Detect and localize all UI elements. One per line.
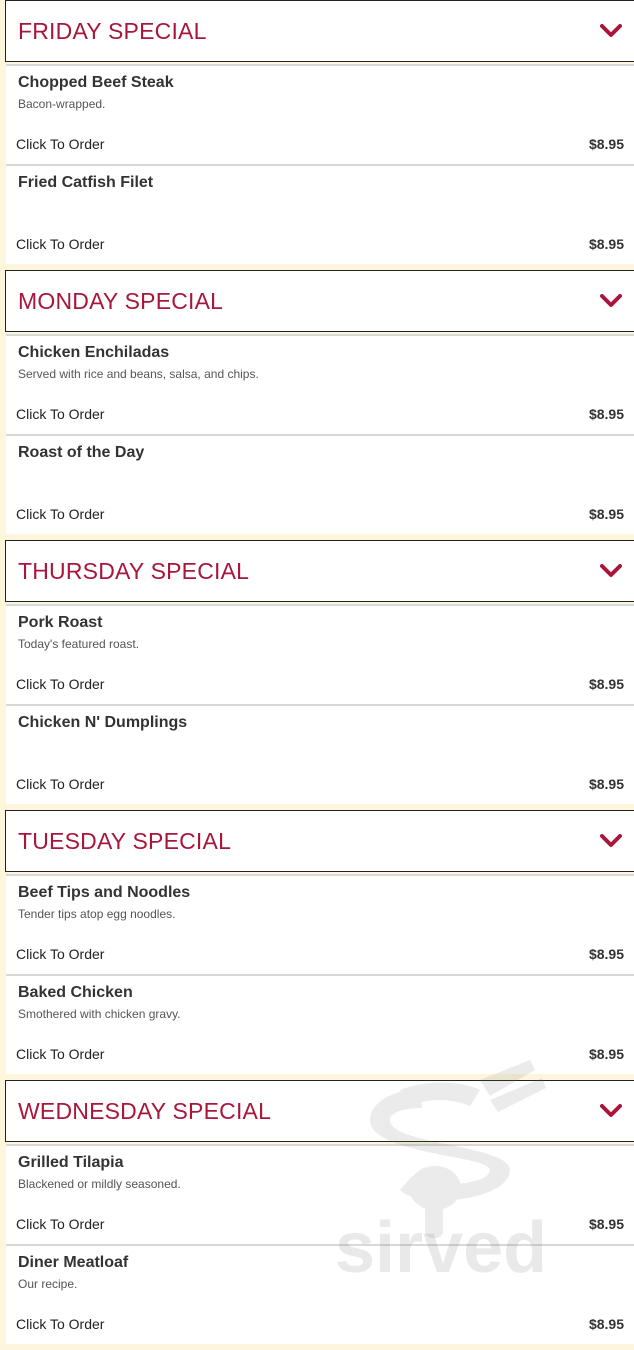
chevron-down-icon[interactable] (599, 291, 623, 311)
item-description: Smothered with chicken gravy. (18, 1007, 181, 1021)
click-to-order-link[interactable]: Click To Order (16, 236, 104, 252)
section-header-monday[interactable]: MONDAY SPECIAL (5, 270, 634, 332)
click-to-order-link[interactable]: Click To Order (16, 946, 104, 962)
chevron-down-icon[interactable] (599, 1101, 623, 1121)
menu-section-friday: FRIDAY SPECIAL Chopped Beef Steak Bacon-… (0, 0, 634, 270)
menu-list: FRIDAY SPECIAL Chopped Beef Steak Bacon-… (0, 0, 634, 1350)
menu-section-wednesday: WEDNESDAY SPECIAL Grilled Tilapia Blacke… (0, 1080, 634, 1350)
menu-item[interactable]: Chicken N' Dumplings Click To Order $8.9… (6, 704, 634, 804)
section-title: FRIDAY SPECIAL (18, 17, 207, 44)
click-to-order-link[interactable]: Click To Order (16, 406, 104, 422)
item-description: Today's featured roast. (18, 637, 140, 651)
item-description: Bacon-wrapped. (18, 97, 106, 111)
item-price: $8.95 (588, 1216, 624, 1232)
chevron-down-icon[interactable] (599, 21, 623, 41)
item-price: $8.95 (588, 236, 624, 252)
item-price: $8.95 (588, 946, 624, 962)
click-to-order-link[interactable]: Click To Order (16, 1216, 104, 1232)
item-name: Chicken Enchiladas (18, 344, 170, 361)
item-name: Grilled Tilapia (18, 1154, 124, 1171)
menu-item[interactable]: Roast of the Day Click To Order $8.95 (6, 434, 634, 534)
section-header-friday[interactable]: FRIDAY SPECIAL (5, 0, 634, 62)
section-header-tuesday[interactable]: TUESDAY SPECIAL (5, 810, 634, 872)
section-title: THURSDAY SPECIAL (18, 557, 250, 584)
item-price: $8.95 (588, 776, 624, 792)
menu-item[interactable]: Baked Chicken Smothered with chicken gra… (6, 974, 634, 1074)
menu-item[interactable]: Chicken Enchiladas Served with rice and … (6, 334, 634, 434)
section-items: Chopped Beef Steak Bacon-wrapped. Click … (0, 64, 634, 264)
item-price: $8.95 (588, 676, 624, 692)
click-to-order-link[interactable]: Click To Order (16, 676, 104, 692)
section-title: WEDNESDAY SPECIAL (18, 1097, 272, 1124)
section-header-thursday[interactable]: THURSDAY SPECIAL (5, 540, 634, 602)
item-price: $8.95 (588, 406, 624, 422)
menu-item[interactable]: Chopped Beef Steak Bacon-wrapped. Click … (6, 64, 634, 164)
menu-item[interactable]: Pork Roast Today's featured roast. Click… (6, 604, 634, 704)
menu-section-monday: MONDAY SPECIAL Chicken Enchiladas Served… (0, 270, 634, 540)
item-name: Chicken N' Dumplings (18, 714, 188, 731)
menu-item[interactable]: Diner Meatloaf Our recipe. Click To Orde… (6, 1244, 634, 1344)
click-to-order-link[interactable]: Click To Order (16, 506, 104, 522)
item-name: Beef Tips and Noodles (18, 884, 191, 901)
item-price: $8.95 (588, 506, 624, 522)
item-name: Fried Catfish Filet (18, 174, 154, 191)
chevron-down-icon[interactable] (599, 561, 623, 581)
item-description: Blackened or mildly seasoned. (18, 1177, 181, 1191)
item-name: Pork Roast (18, 614, 103, 631)
section-items: Grilled Tilapia Blackened or mildly seas… (0, 1144, 634, 1344)
item-name: Baked Chicken (18, 984, 133, 1001)
menu-item[interactable]: Fried Catfish Filet Click To Order $8.95 (6, 164, 634, 264)
click-to-order-link[interactable]: Click To Order (16, 136, 104, 152)
menu-section-thursday: THURSDAY SPECIAL Pork Roast Today's feat… (0, 540, 634, 810)
click-to-order-link[interactable]: Click To Order (16, 1046, 104, 1062)
click-to-order-link[interactable]: Click To Order (16, 776, 104, 792)
menu-item[interactable]: Grilled Tilapia Blackened or mildly seas… (6, 1144, 634, 1244)
item-description: Served with rice and beans, salsa, and c… (18, 367, 259, 381)
item-name: Chopped Beef Steak (18, 74, 174, 91)
item-price: $8.95 (588, 1316, 624, 1332)
section-items: Beef Tips and Noodles Tender tips atop e… (0, 874, 634, 1074)
section-title: TUESDAY SPECIAL (18, 827, 232, 854)
item-price: $8.95 (588, 1046, 624, 1062)
item-description: Our recipe. (18, 1277, 78, 1291)
section-title: MONDAY SPECIAL (18, 287, 224, 314)
section-items: Chicken Enchiladas Served with rice and … (0, 334, 634, 534)
chevron-down-icon[interactable] (599, 831, 623, 851)
item-name: Diner Meatloaf (18, 1254, 129, 1271)
item-name: Roast of the Day (18, 444, 145, 461)
menu-section-tuesday: TUESDAY SPECIAL Beef Tips and Noodles Te… (0, 810, 634, 1080)
item-price: $8.95 (588, 136, 624, 152)
click-to-order-link[interactable]: Click To Order (16, 1316, 104, 1332)
item-description: Tender tips atop egg noodles. (18, 907, 176, 921)
section-header-wednesday[interactable]: WEDNESDAY SPECIAL (5, 1080, 634, 1142)
section-items: Pork Roast Today's featured roast. Click… (0, 604, 634, 804)
menu-item[interactable]: Beef Tips and Noodles Tender tips atop e… (6, 874, 634, 974)
